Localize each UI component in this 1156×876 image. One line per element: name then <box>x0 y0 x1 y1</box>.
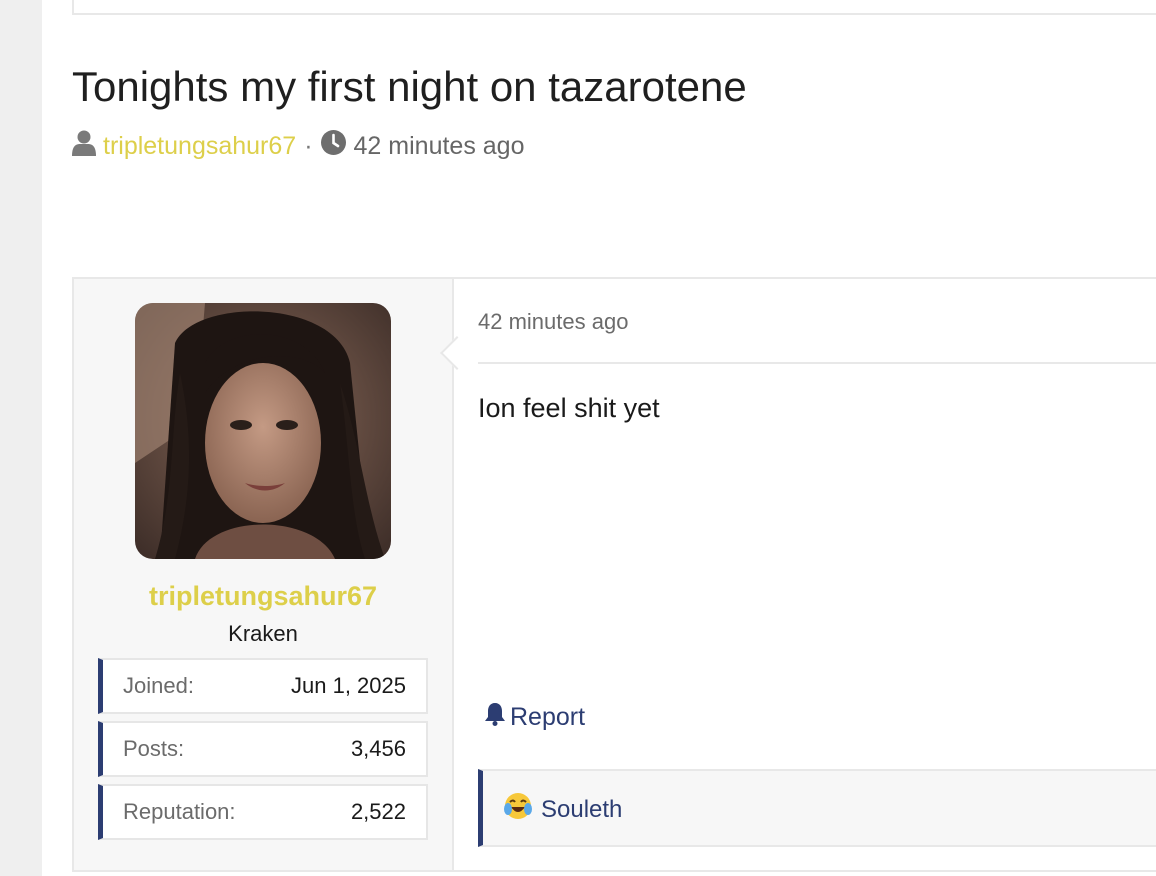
avatar[interactable] <box>135 303 391 559</box>
reaction-item[interactable]: Souleth <box>503 791 622 828</box>
stat-reputation: Reputation: 2,522 <box>98 784 428 840</box>
stat-label: Posts: <box>123 736 185 761</box>
stat-joined: Joined: Jun 1, 2025 <box>98 658 428 714</box>
meta-separator: · <box>304 131 313 160</box>
previous-section-box <box>72 0 1156 15</box>
bell-icon <box>484 702 510 733</box>
stat-value: 2,522 <box>350 799 406 824</box>
divider <box>478 362 1156 364</box>
thread-author-link[interactable]: tripletungsahur67 <box>103 132 296 161</box>
report-label: Report <box>510 703 586 731</box>
stat-posts: Posts: 3,456 <box>98 721 428 777</box>
report-button[interactable]: Report <box>484 702 585 733</box>
thread-time: 42 minutes ago <box>353 131 525 160</box>
left-gutter <box>0 0 42 876</box>
joy-tears-emoji-icon <box>503 791 533 828</box>
thread-title: Tonights my first night on tazarotene <box>72 63 747 110</box>
stat-value: Jun 1, 2025 <box>291 673 406 698</box>
post-body: Ion feel shit yet <box>478 393 660 423</box>
author-username[interactable]: tripletungsahur67 <box>74 581 452 612</box>
stat-label: Reputation: <box>123 799 236 824</box>
post-author-panel: tripletungsahur67 Kraken Joined: Jun 1, … <box>74 279 454 870</box>
reaction-user: Souleth <box>541 795 623 823</box>
author-rank: Kraken <box>228 621 298 646</box>
stat-value: 3,456 <box>350 736 406 761</box>
post-content: 42 minutes ago Ion feel shit yet Report <box>454 279 1156 870</box>
reactions-bar: Souleth <box>478 769 1156 847</box>
thread-meta: tripletungsahur67 · 42 minutes ago <box>72 130 525 163</box>
clock-icon <box>320 130 346 162</box>
post: tripletungsahur67 Kraken Joined: Jun 1, … <box>72 277 1156 872</box>
post-date: 42 minutes ago <box>478 309 629 334</box>
user-icon <box>72 130 96 163</box>
stat-label: Joined: <box>123 673 194 698</box>
